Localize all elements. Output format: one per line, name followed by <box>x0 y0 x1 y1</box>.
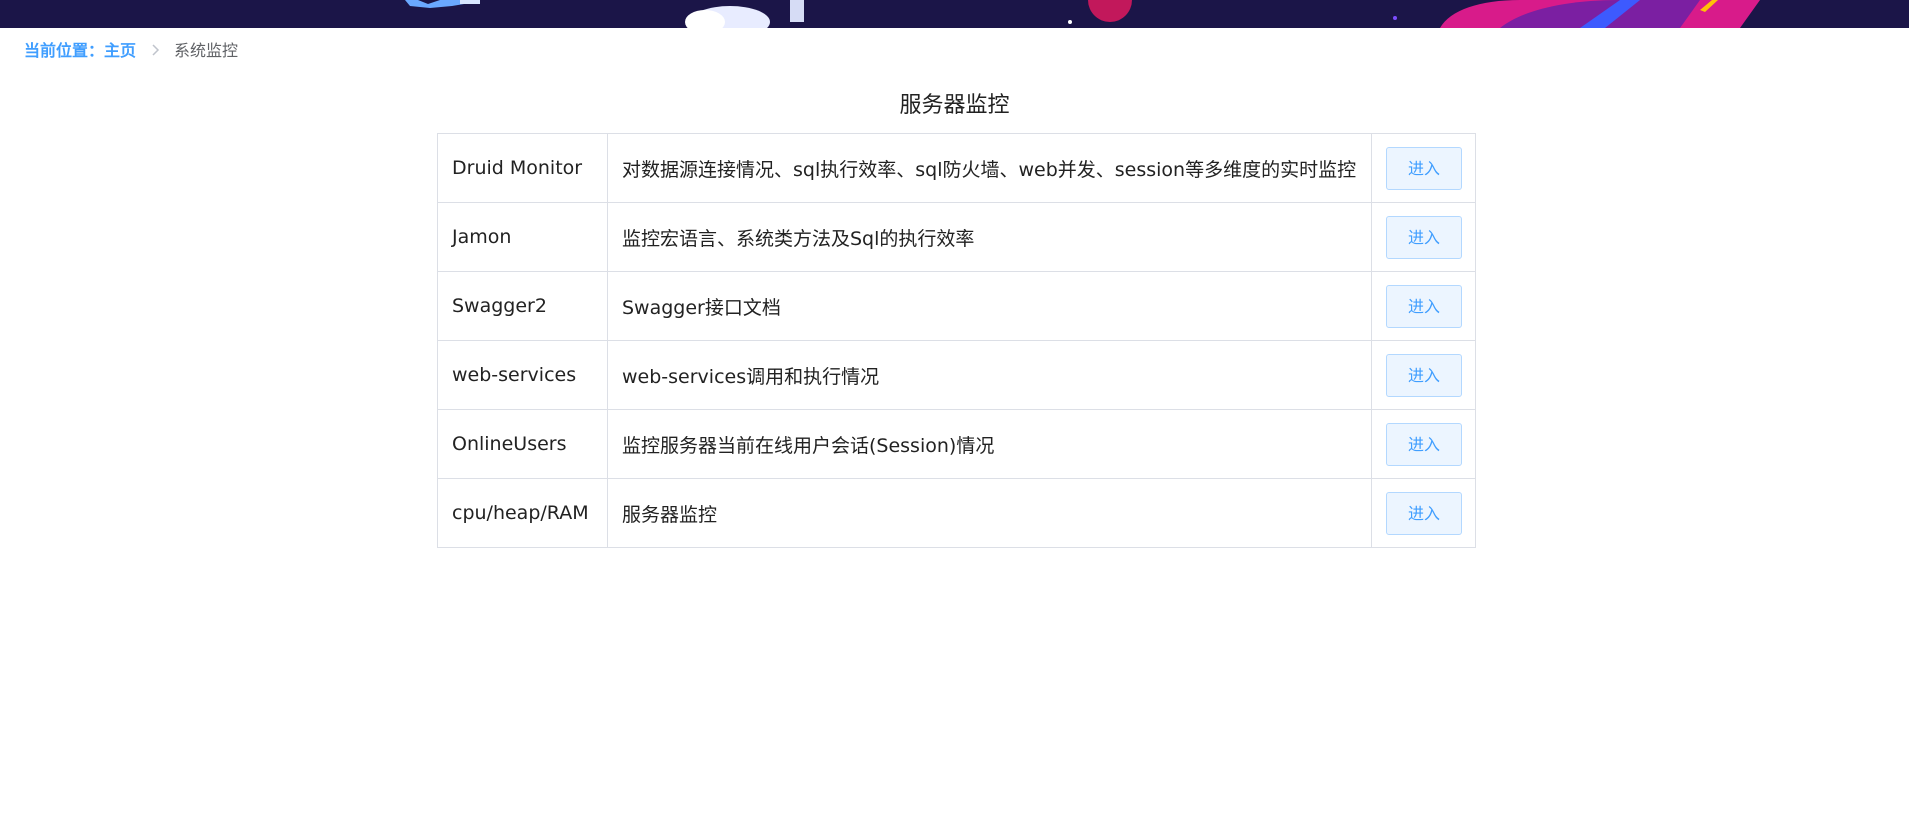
action-cell: 进入 <box>1371 133 1476 203</box>
table-row: web-services web-services调用和执行情况 进入 <box>437 340 1476 410</box>
breadcrumb-current: 系统监控 <box>174 41 239 60</box>
action-cell: 进入 <box>1371 409 1476 479</box>
monitor-name: Druid Monitor <box>437 133 608 203</box>
table-row: Jamon 监控宏语言、系统类方法及Sql的执行效率 进入 <box>437 202 1476 272</box>
page-title: 服务器监控 <box>899 93 1010 118</box>
breadcrumb-prefix: 当前位置： <box>24 41 105 60</box>
monitor-name: Swagger2 <box>437 271 608 341</box>
action-cell: 进入 <box>1371 340 1476 410</box>
monitor-name: OnlineUsers <box>437 409 608 479</box>
table-row: Swagger2 Swagger接口文档 进入 <box>437 271 1476 341</box>
monitor-name: web-services <box>437 340 608 410</box>
monitor-description: 对数据源连接情况、sql执行效率、sql防火墙、web并发、session等多维… <box>607 133 1372 203</box>
action-cell: 进入 <box>1371 271 1476 341</box>
header-banner <box>0 0 1909 28</box>
monitor-description: Swagger接口文档 <box>607 271 1372 341</box>
enter-button[interactable]: 进入 <box>1386 491 1462 535</box>
enter-button[interactable]: 进入 <box>1386 146 1462 190</box>
table-row: cpu/heap/RAM 服务器监控 进入 <box>437 478 1476 548</box>
enter-button[interactable]: 进入 <box>1386 284 1462 328</box>
monitor-name: Jamon <box>437 202 608 272</box>
monitor-description: 服务器监控 <box>607 478 1372 548</box>
action-cell: 进入 <box>1371 478 1476 548</box>
action-cell: 进入 <box>1371 202 1476 272</box>
enter-button[interactable]: 进入 <box>1386 215 1462 259</box>
enter-button[interactable]: 进入 <box>1386 422 1462 466</box>
table-row: Druid Monitor 对数据源连接情况、sql执行效率、sql防火墙、we… <box>437 133 1476 203</box>
breadcrumb-home-link[interactable]: 主页 <box>104 37 136 61</box>
table-row: OnlineUsers 监控服务器当前在线用户会话(Session)情况 进入 <box>437 409 1476 479</box>
banner-decoration <box>0 0 1909 28</box>
chevron-right-icon <box>148 42 162 56</box>
monitor-description: 监控宏语言、系统类方法及Sql的执行效率 <box>607 202 1372 272</box>
breadcrumb: 当前位置： 主页 系统监控 <box>24 38 238 60</box>
monitor-description: 监控服务器当前在线用户会话(Session)情况 <box>607 409 1372 479</box>
enter-button[interactable]: 进入 <box>1386 353 1462 397</box>
monitor-name: cpu/heap/RAM <box>437 478 608 548</box>
monitor-table: Druid Monitor 对数据源连接情况、sql执行效率、sql防火墙、we… <box>437 133 1476 548</box>
monitor-description: web-services调用和执行情况 <box>607 340 1372 410</box>
